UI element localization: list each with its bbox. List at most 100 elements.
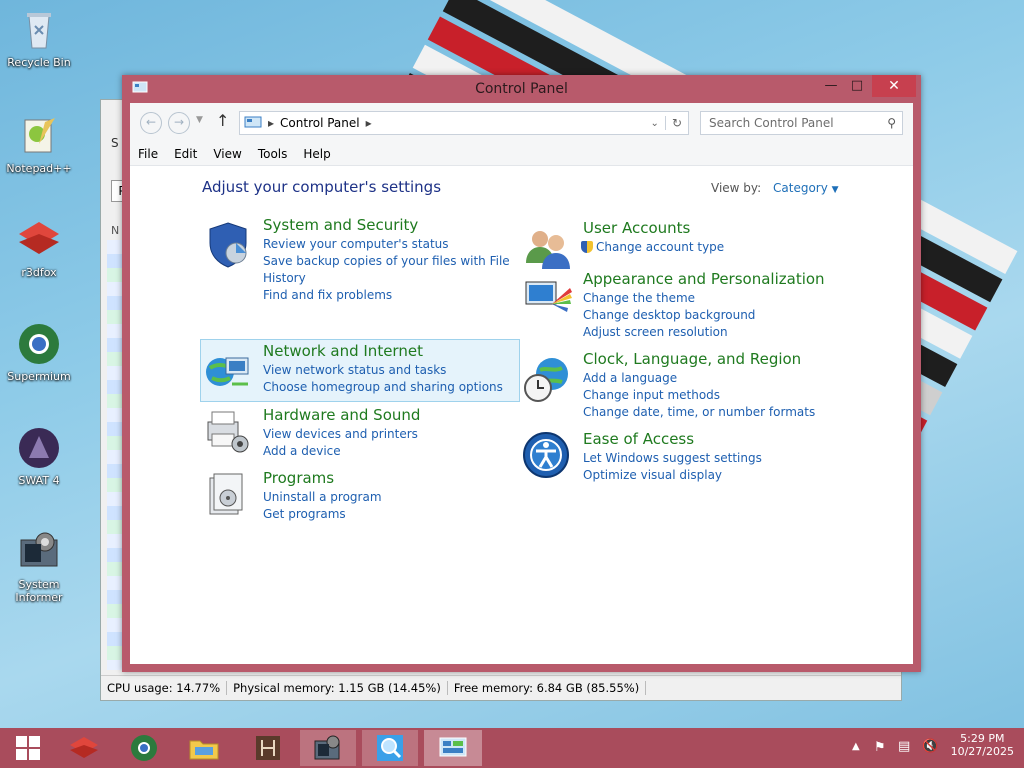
free-memory: Free memory: 6.84 GB (85.55%) [448, 681, 647, 695]
system-informer-icon [314, 735, 340, 760]
desktop-icon-label: System Informer [15, 578, 63, 604]
link-homegroup[interactable]: Choose homegroup and sharing options [263, 379, 503, 396]
category-programs: Programs Uninstall a program Get program… [263, 469, 382, 523]
category-title[interactable]: Ease of Access [583, 430, 762, 448]
link-input-methods[interactable]: Change input methods [583, 387, 815, 404]
recent-locations-dropdown[interactable]: ▼ [196, 115, 203, 125]
partial-label: N [111, 224, 120, 237]
windows-logo-icon [16, 736, 40, 760]
desktop-icon-label: SWAT 4 [18, 474, 60, 487]
link-find-fix-problems[interactable]: Find and fix problems [263, 287, 510, 304]
control-panel-window[interactable]: Control Panel — □ ✕ ← → ▼ ↑ ▸ Control Pa… [122, 75, 921, 672]
r3dfox-icon [70, 737, 98, 758]
category-title[interactable]: User Accounts [583, 219, 724, 237]
menu-view[interactable]: View [205, 147, 249, 161]
search-icon[interactable]: ⚲ [887, 116, 896, 130]
desktop-icon-r3dfox[interactable]: r3dfox [1, 216, 77, 279]
taskbar-file-explorer[interactable] [176, 730, 232, 766]
title-bar[interactable]: Control Panel — □ ✕ [122, 75, 921, 103]
action-center-flag-icon[interactable]: ⚑ [874, 740, 886, 755]
menu-help[interactable]: Help [295, 147, 338, 161]
desktop-icon-label: Supermium [7, 370, 71, 383]
taskbar-chair-app[interactable] [240, 730, 296, 766]
desktop-icon-notepad[interactable]: Notepad++ [1, 112, 77, 175]
menu-tools[interactable]: Tools [250, 147, 296, 161]
category-title[interactable]: Clock, Language, and Region [583, 350, 815, 368]
menu-bar: File Edit View Tools Help [130, 143, 913, 166]
close-button[interactable]: ✕ [872, 75, 916, 97]
taskbar-system-informer[interactable] [300, 730, 356, 766]
link-uninstall-program[interactable]: Uninstall a program [263, 489, 382, 506]
partial-label: S [111, 136, 119, 150]
folder-icon [189, 740, 219, 760]
search-box[interactable]: Search Control Panel ⚲ [700, 111, 903, 135]
category-clock-region: Clock, Language, and Region Add a langua… [583, 350, 815, 421]
appearance-icon [525, 281, 572, 312]
minimize-button[interactable]: — [818, 75, 844, 97]
network-tray-icon[interactable]: ▤ [898, 739, 910, 754]
taskbar-magnifier[interactable] [362, 730, 418, 766]
desktop-icon-label: r3dfox [21, 266, 57, 279]
link-devices-printers[interactable]: View devices and printers [263, 426, 420, 443]
link-get-programs[interactable]: Get programs [263, 506, 382, 523]
recycle-bin-icon [27, 13, 51, 49]
category-title[interactable]: Hardware and Sound [263, 406, 420, 424]
desktop-icon-supermium[interactable]: Supermium [1, 320, 77, 383]
link-change-account-type[interactable]: Change account type [581, 239, 724, 256]
back-button[interactable]: ← [140, 112, 162, 134]
page-heading: Adjust your computer's settings [202, 178, 442, 196]
supermium-icon [19, 324, 59, 364]
desktop-icon-system-informer[interactable]: System Informer [1, 528, 77, 604]
clock[interactable]: 5:29 PM 10/27/2025 [951, 732, 1014, 758]
maximize-button[interactable]: □ [844, 75, 870, 97]
menu-edit[interactable]: Edit [166, 147, 205, 161]
menu-file[interactable]: File [130, 147, 166, 161]
desktop-icon-label: Recycle Bin [7, 56, 71, 69]
category-title[interactable]: Network and Internet [263, 342, 503, 360]
taskbar-supermium[interactable] [116, 730, 172, 766]
address-dropdown-icon[interactable]: ⌄ [651, 118, 659, 129]
magnifier-icon [377, 735, 403, 761]
category-title[interactable]: Appearance and Personalization [583, 270, 825, 288]
taskbar-r3dfox[interactable] [56, 730, 112, 766]
users-icon [526, 231, 570, 269]
control-panel-icon [244, 116, 262, 128]
clock-time: 5:29 PM [960, 732, 1005, 745]
refresh-icon[interactable]: ↻ [664, 116, 688, 130]
view-by-dropdown[interactable]: Category ▼ [773, 181, 839, 195]
desktop-icon-recycle-bin[interactable]: Recycle Bin [1, 6, 77, 69]
link-add-language[interactable]: Add a language [583, 370, 815, 387]
category-title[interactable]: System and Security [263, 216, 510, 234]
link-change-theme[interactable]: Change the theme [583, 290, 825, 307]
breadcrumb-control-panel[interactable]: Control Panel [280, 116, 360, 130]
physical-memory: Physical memory: 1.15 GB (14.45%) [227, 681, 448, 695]
link-label[interactable]: Change account type [596, 240, 724, 254]
link-optimize-display[interactable]: Optimize visual display [583, 467, 762, 484]
category-ease-of-access: Ease of Access Let Windows suggest setti… [583, 430, 762, 484]
search-input[interactable]: Search Control Panel [709, 116, 834, 130]
category-system-security: System and Security Review your computer… [263, 216, 510, 304]
desktop-icon-swat4[interactable]: SWAT 4 [1, 424, 77, 487]
swat4-icon [19, 428, 59, 468]
taskbar-control-panel[interactable] [424, 730, 482, 766]
link-add-device[interactable]: Add a device [263, 443, 420, 460]
link-network-status[interactable]: View network status and tasks [263, 362, 503, 379]
link-save-backup-history[interactable]: History [263, 270, 510, 287]
volume-muted-icon[interactable]: 🔇 [922, 739, 938, 754]
category-title[interactable]: Programs [263, 469, 382, 487]
link-review-status[interactable]: Review your computer's status [263, 236, 510, 253]
address-bar[interactable]: ▸ Control Panel ▸ ⌄ ↻ [239, 111, 689, 135]
view-by-value[interactable]: Category [773, 181, 828, 195]
forward-button[interactable]: → [168, 112, 190, 134]
view-by: View by: Category ▼ [711, 181, 839, 195]
show-hidden-icons-button[interactable]: ▲ [852, 741, 860, 752]
link-desktop-background[interactable]: Change desktop background [583, 307, 825, 324]
breadcrumb-separator-icon[interactable]: ▸ [366, 116, 372, 130]
link-date-time-formats[interactable]: Change date, time, or number formats [583, 404, 815, 421]
link-save-backup[interactable]: Save backup copies of your files with Fi… [263, 253, 510, 270]
chair-icon [256, 736, 280, 760]
link-screen-resolution[interactable]: Adjust screen resolution [583, 324, 825, 341]
up-button[interactable]: ↑ [216, 111, 229, 130]
start-button[interactable] [0, 730, 56, 766]
link-windows-suggest[interactable]: Let Windows suggest settings [583, 450, 762, 467]
